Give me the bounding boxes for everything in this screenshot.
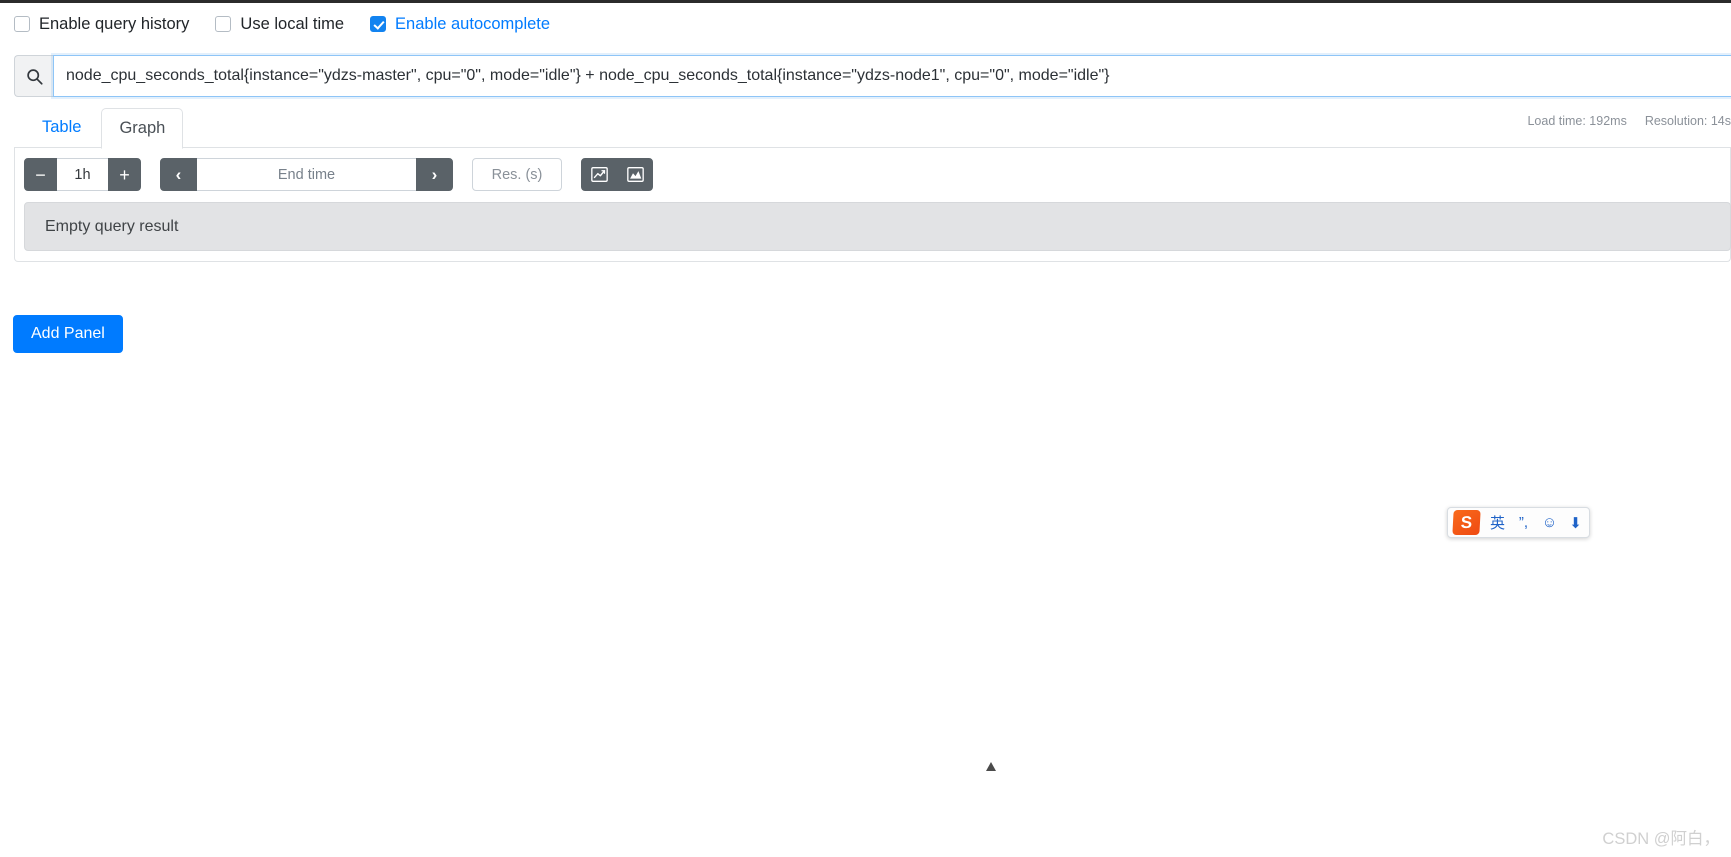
tab-graph[interactable]: Graph (101, 108, 184, 149)
option-enable-query-history[interactable]: Enable query history (14, 16, 189, 33)
option-use-local-time[interactable]: Use local time (215, 16, 344, 33)
resolution-input[interactable]: Res. (s) (472, 158, 562, 191)
increase-range-button[interactable]: + (108, 158, 141, 191)
checkbox-enable-autocomplete[interactable] (370, 16, 387, 33)
checkbox-use-local-time[interactable] (215, 16, 232, 33)
label-enable-autocomplete: Enable autocomplete (395, 15, 551, 33)
next-time-button[interactable]: › (416, 158, 453, 191)
graph-type-toggle-group (581, 158, 653, 191)
empty-result-banner: Empty query result (24, 202, 1731, 251)
search-icon[interactable] (14, 55, 53, 97)
decrease-range-button[interactable]: − (24, 158, 57, 191)
sogou-logo-icon[interactable]: S (1452, 510, 1481, 535)
label-use-local-time: Use local time (240, 15, 345, 33)
result-tabs-bar: Table Graph Load time: 192ms Resolution:… (14, 107, 1731, 149)
window-top-edge (0, 0, 1731, 3)
ime-voice-icon[interactable]: ⬇ (1567, 514, 1584, 532)
ime-emoji-icon[interactable]: ☺ (1541, 514, 1558, 531)
range-value[interactable]: 1h (57, 158, 108, 191)
csdn-watermark: CSDN @阿白， (1602, 830, 1720, 848)
prometheus-expression-browser: Enable query history Use local time Enab… (0, 0, 1731, 857)
query-options-row: Enable query history Use local time Enab… (14, 16, 550, 33)
option-enable-autocomplete[interactable]: Enable autocomplete (370, 16, 550, 33)
result-tabs: Table Graph (14, 107, 1731, 149)
load-time-label: Load time: 192ms (1527, 114, 1627, 128)
mouse-cursor (986, 762, 996, 771)
tab-table[interactable]: Table (24, 107, 99, 148)
empty-result-text: Empty query result (45, 217, 179, 235)
stacked-chart-icon[interactable] (617, 158, 653, 191)
previous-time-button[interactable]: ‹ (160, 158, 197, 191)
query-meta: Load time: 192ms Resolution: 14s (1527, 114, 1731, 128)
checkbox-enable-query-history[interactable] (14, 16, 30, 33)
end-time-input[interactable]: End time (197, 158, 416, 191)
resolution-label: Resolution: 14s (1644, 114, 1731, 128)
sogou-ime-toolbar[interactable]: S 英 ”, ☺ ⬇ (1447, 507, 1590, 538)
query-input[interactable] (53, 55, 1731, 97)
ime-punctuation-icon[interactable]: ”, (1515, 514, 1532, 531)
end-time-group: ‹ End time › (160, 158, 453, 191)
label-enable-query-history: Enable query history (39, 15, 190, 33)
range-input-group: − 1h + (24, 158, 141, 191)
line-chart-icon[interactable] (581, 158, 617, 191)
graph-controls: − 1h + ‹ End time › Res. (s) (24, 158, 653, 191)
add-panel-button[interactable]: Add Panel (13, 315, 123, 353)
ime-language-mode-icon[interactable]: 英 (1489, 512, 1506, 533)
query-bar (14, 55, 1731, 97)
